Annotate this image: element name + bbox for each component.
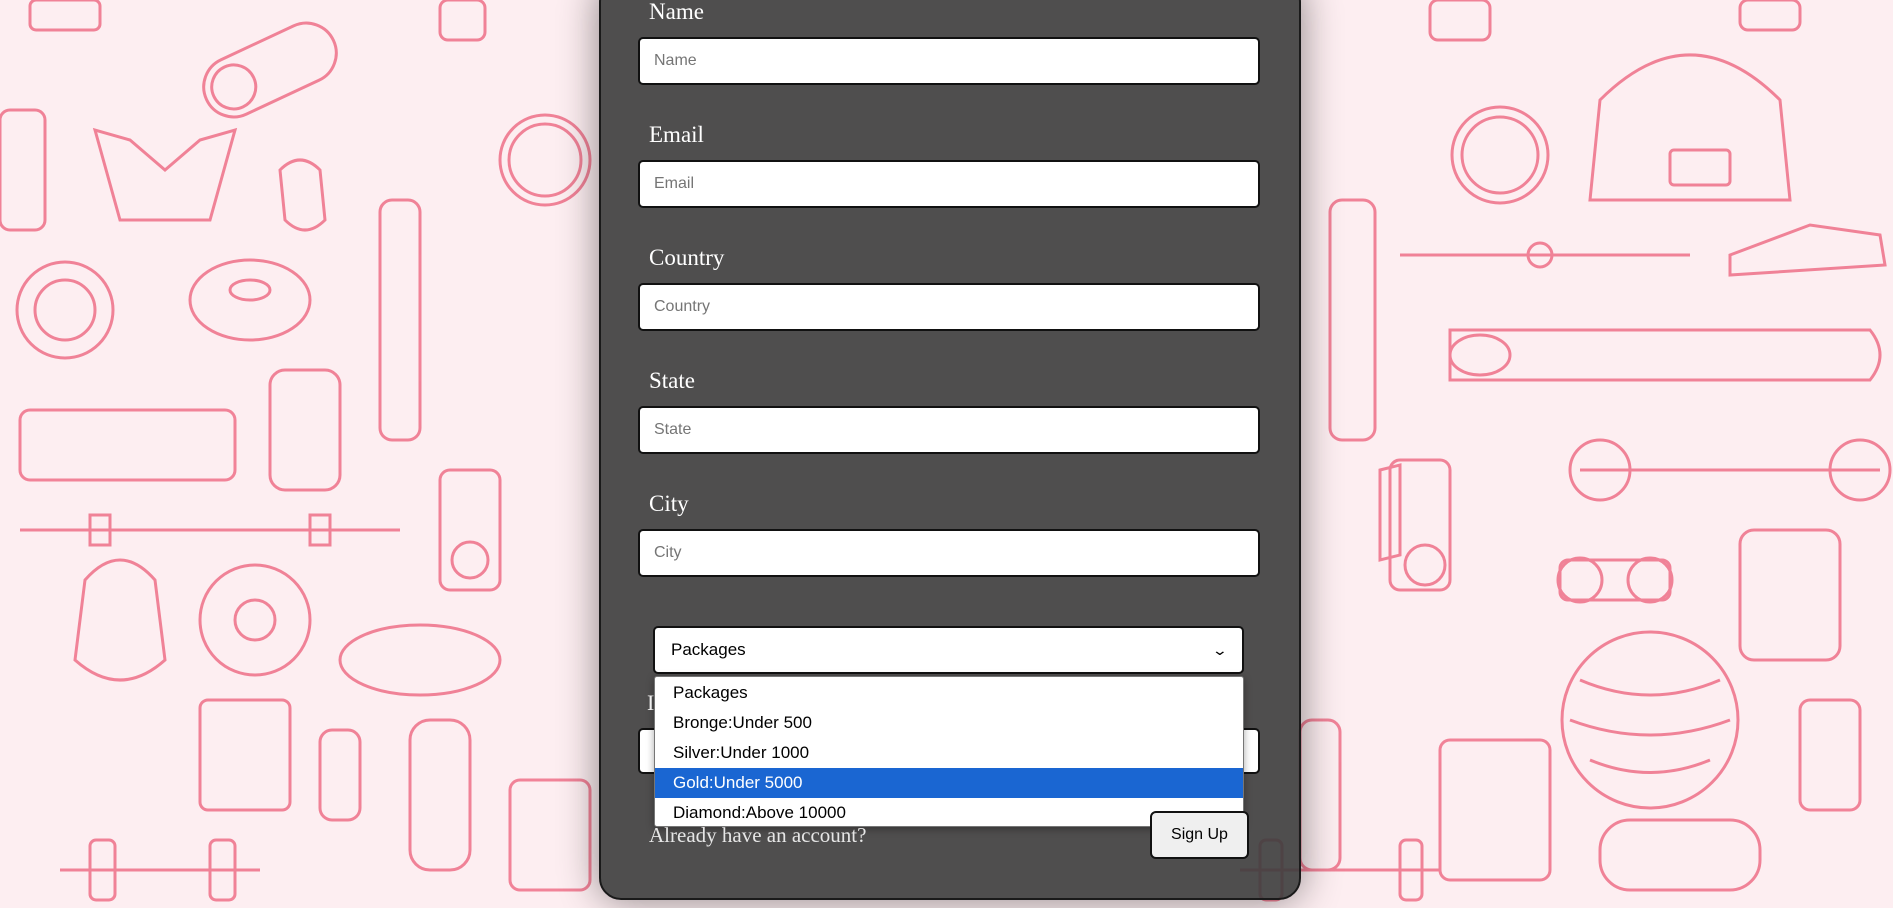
package-option[interactable]: Packages xyxy=(655,678,1243,708)
email-label: Email xyxy=(649,122,704,147)
chevron-down-icon: ⌄ xyxy=(1211,641,1229,658)
name-label: Name xyxy=(649,0,704,24)
state-label: State xyxy=(649,368,695,393)
email-input[interactable] xyxy=(638,160,1260,208)
package-option[interactable]: Bronge:Under 500 xyxy=(655,708,1243,738)
package-option-highlighted[interactable]: Gold:Under 5000 xyxy=(655,768,1243,798)
name-input[interactable] xyxy=(638,37,1260,85)
already-have-account-text: Already have an account? xyxy=(649,823,867,847)
city-label: City xyxy=(649,491,689,516)
sign-up-button[interactable]: Sign Up xyxy=(1150,811,1249,859)
state-input[interactable] xyxy=(638,406,1260,454)
city-input[interactable] xyxy=(638,529,1260,577)
packages-dropdown-list: Packages Bronge:Under 500 Silver:Under 1… xyxy=(654,676,1244,827)
packages-select-value: Packages xyxy=(671,640,746,659)
country-input[interactable] xyxy=(638,283,1260,331)
package-option[interactable]: Silver:Under 1000 xyxy=(655,738,1243,768)
packages-select[interactable]: Packages ⌄ xyxy=(653,626,1244,674)
country-label: Country xyxy=(649,245,725,270)
